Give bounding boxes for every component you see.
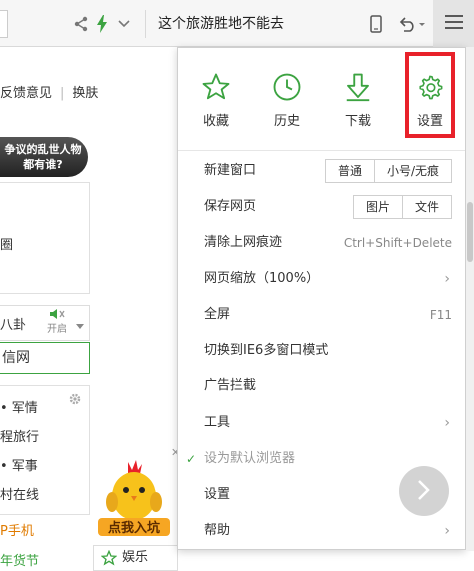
gossip-text: 八卦 — [0, 318, 27, 333]
tools-label: 工具 — [204, 415, 231, 430]
menu-icon — [444, 15, 463, 32]
promo-link-festival[interactable]: 年货节 — [0, 550, 39, 569]
history-button[interactable]: 历史 — [257, 72, 317, 132]
mobile-icon[interactable] — [368, 14, 384, 34]
chick-caption: 点我入坑 — [108, 520, 160, 536]
address-bar-edge[interactable] — [0, 10, 8, 38]
speaker-icon — [49, 309, 65, 323]
fullscreen-shortcut: F11 — [429, 308, 452, 322]
clock-icon — [257, 72, 317, 102]
chick-mascot[interactable]: 点我入坑 — [98, 458, 170, 538]
chevron-right-icon: › — [444, 415, 450, 431]
entertainment-tab[interactable]: 娱乐 — [93, 545, 178, 571]
chevron-right-icon: › — [444, 523, 450, 539]
tools-item[interactable]: 工具 › — [202, 411, 452, 435]
news-card[interactable] — [0, 182, 90, 294]
save-as-file-button[interactable]: 文件 — [401, 196, 451, 218]
help-label: 帮助 — [204, 523, 231, 538]
new-window-label: 新建窗口 — [204, 163, 257, 178]
undo-icon[interactable] — [398, 14, 426, 34]
list-item[interactable]: • 军情 — [0, 397, 38, 416]
help-item[interactable]: 帮助 › — [202, 519, 452, 543]
settings-item-label: 设置 — [204, 487, 231, 502]
news-card-text: 圈 — [0, 238, 14, 253]
menu-button[interactable] — [433, 0, 474, 47]
browser-toolbar: 这个旅游胜地不能去 — [0, 0, 474, 47]
search-box[interactable]: 这个旅游胜地不能去 — [145, 10, 360, 38]
favorites-button[interactable]: 收藏 — [186, 72, 246, 132]
downloads-label: 下载 — [344, 114, 371, 129]
scrollbar-thumb[interactable] — [467, 202, 473, 262]
share-icon[interactable] — [72, 14, 90, 34]
page-nav: 反馈意见 | 换肤 — [0, 80, 106, 108]
feedback-link[interactable]: 反馈意见 — [0, 80, 60, 108]
zoom-item[interactable]: 网页缩放（100%） › — [202, 267, 452, 291]
chevron-down-icon[interactable] — [116, 14, 132, 34]
sound-toggle[interactable]: 开启 — [47, 308, 67, 336]
fullscreen-item[interactable]: 全屏 F11 — [202, 303, 452, 327]
menu-divider — [178, 150, 465, 151]
default-browser-label: 设为默认浏览器 — [204, 451, 296, 466]
save-page-row: 保存网页 图片 文件 — [202, 195, 452, 219]
history-label: 历史 — [273, 114, 300, 129]
star-icon — [186, 72, 246, 102]
next-page-button[interactable] — [399, 466, 449, 516]
download-icon — [328, 72, 388, 102]
new-window-row: 新建窗口 普通 小号/无痕 — [202, 159, 452, 183]
promo-link-phone[interactable]: P手机 — [0, 520, 34, 539]
search-input-partial[interactable]: 信网 — [0, 342, 90, 374]
clear-traces-shortcut: Ctrl+Shift+Delete — [343, 236, 452, 250]
sound-toggle-label: 开启 — [47, 324, 67, 335]
save-page-options: 图片 文件 — [352, 195, 452, 219]
save-as-image-button[interactable]: 图片 — [353, 196, 402, 218]
clear-traces-label: 清除上网痕迹 — [204, 235, 283, 250]
gear-icon[interactable] — [68, 392, 82, 409]
ie6-mode-item[interactable]: 切换到IE6多窗口模式 — [202, 339, 452, 363]
skin-link[interactable]: 换肤 — [64, 80, 106, 108]
new-window-options: 普通 小号/无痕 — [324, 159, 452, 183]
lightning-icon[interactable] — [94, 14, 110, 34]
star-icon — [100, 549, 118, 571]
settings-highlight-box — [405, 52, 455, 138]
chevron-right-icon: › — [444, 271, 450, 287]
new-window-incognito-button[interactable]: 小号/无痕 — [373, 160, 451, 182]
caret-down-icon[interactable] — [76, 318, 84, 332]
entertainment-label: 娱乐 — [122, 550, 149, 565]
clear-traces-item[interactable]: 清除上网痕迹 Ctrl+Shift+Delete — [202, 231, 452, 255]
ie6-mode-label: 切换到IE6多窗口模式 — [204, 343, 329, 358]
new-window-normal-button[interactable]: 普通 — [325, 160, 374, 182]
fullscreen-label: 全屏 — [204, 307, 231, 322]
list-item[interactable]: • 军事 — [0, 455, 38, 474]
favorites-label: 收藏 — [202, 114, 229, 129]
page-scrollbar[interactable] — [466, 47, 474, 551]
ad-block-item[interactable]: 广告拦截 — [202, 374, 452, 398]
ad-block-label: 广告拦截 — [204, 378, 257, 393]
downloads-button[interactable]: 下载 — [328, 72, 388, 132]
chevron-right-icon — [417, 479, 431, 504]
list-item[interactable]: 村在线 — [0, 484, 39, 503]
news-headline-bubble[interactable]: 争议的乱世人物都有谁? — [0, 137, 88, 177]
zoom-label: 网页缩放（100%） — [204, 271, 320, 286]
save-page-label: 保存网页 — [204, 199, 257, 214]
list-item[interactable]: 程旅行 — [0, 426, 39, 445]
check-icon: ✓ — [186, 452, 197, 466]
